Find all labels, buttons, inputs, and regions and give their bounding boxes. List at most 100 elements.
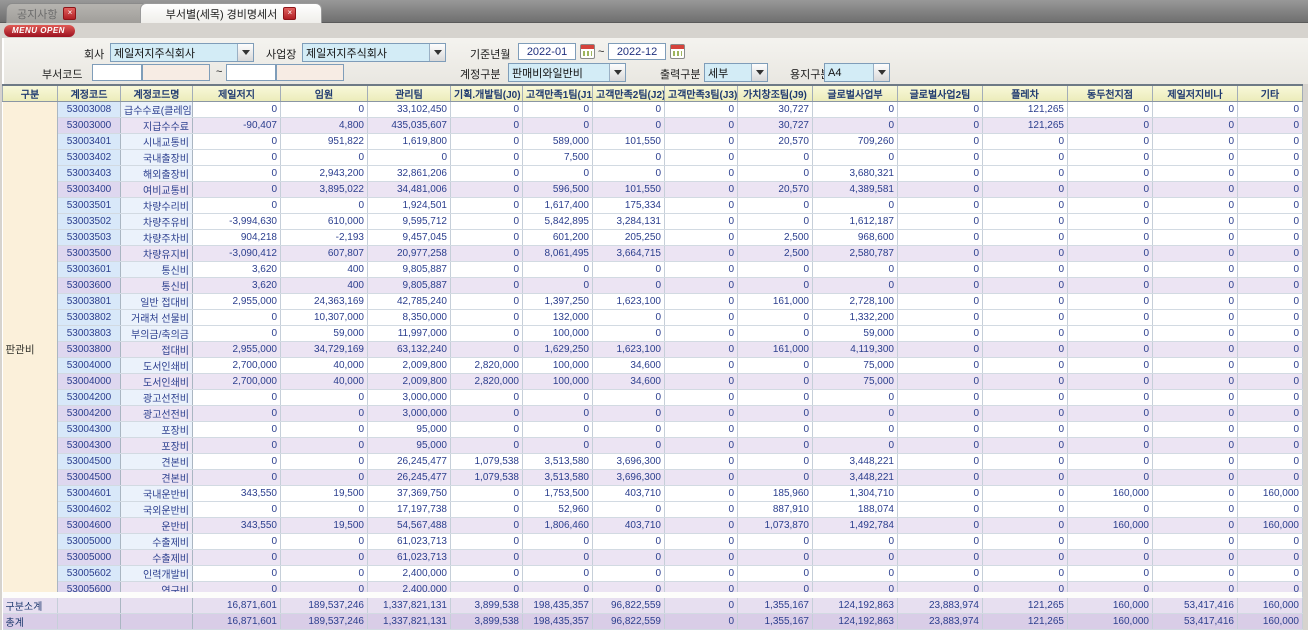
table-row: 53004602 국외운반비 0 0 17,197,738 0 52,960 0 0 887,91…	[3, 501, 1303, 518]
account-name-cell: 차량수리비	[120, 197, 193, 214]
dept-code-to-input[interactable]	[226, 64, 276, 81]
account-name-cell: 부의금/축의금	[120, 325, 193, 342]
amount-cell: 132,000	[522, 309, 593, 326]
dept-tilde: ~	[216, 66, 223, 78]
dept-name-to-field[interactable]	[276, 64, 344, 81]
column-header-8: 고객만족2팀(J2)	[592, 84, 665, 102]
amount-cell: 0	[897, 533, 983, 550]
amount-cell: 189,537,246	[280, 597, 368, 614]
amount-cell: 596,500	[522, 181, 593, 198]
amount-cell: 0	[812, 149, 898, 166]
amount-cell: 2,700,000	[192, 373, 281, 390]
chevron-down-icon[interactable]	[751, 64, 767, 81]
account-type-select[interactable]: 판매비와일반비	[508, 63, 626, 82]
calendar-icon[interactable]	[580, 44, 595, 59]
amount-cell: 1,617,400	[522, 197, 593, 214]
amount-cell: 0	[450, 197, 523, 214]
amount-cell: 1,337,821,131	[367, 597, 451, 614]
account-name-cell: 포장비	[120, 421, 193, 438]
chevron-down-icon[interactable]	[429, 44, 445, 61]
dept-name-from-field[interactable]	[142, 64, 210, 81]
amount-cell: 185,960	[737, 485, 813, 502]
amount-cell: 0	[982, 181, 1068, 198]
amount-cell: 0	[1237, 117, 1303, 134]
amount-cell: 23,883,974	[897, 597, 983, 614]
table-row: 53004200 광고선전비 0 0 3,000,000 0 0 0 0 0 0 0 0 0 0 0	[3, 405, 1303, 422]
amount-cell: 0	[592, 277, 665, 294]
amount-cell: 0	[1152, 453, 1238, 470]
amount-cell: 2,820,000	[450, 373, 523, 390]
amount-cell: 0	[192, 565, 281, 582]
amount-cell: 0	[664, 213, 738, 230]
table-row: 53003403 해외출장비 0 2,943,200 32,861,206 0 0 0 0 0 3,…	[3, 165, 1303, 182]
amount-cell: 0	[522, 405, 593, 422]
amount-cell: 121,265	[982, 597, 1068, 614]
amount-cell: 0	[897, 485, 983, 502]
amount-cell: 0	[897, 101, 983, 118]
amount-cell: 0	[897, 261, 983, 278]
close-icon[interactable]: ×	[283, 7, 297, 20]
amount-cell: 17,197,738	[367, 501, 451, 518]
amount-cell: 54,567,488	[367, 517, 451, 534]
account-code-cell: 53003000	[57, 117, 121, 134]
close-icon[interactable]: ×	[63, 7, 77, 20]
amount-cell: 0	[664, 485, 738, 502]
amount-cell: 2,500	[737, 229, 813, 246]
period-from-input[interactable]	[518, 43, 576, 60]
dept-code-from-input[interactable]	[92, 64, 142, 81]
amount-cell: 0	[450, 229, 523, 246]
amount-cell: 0	[1067, 277, 1153, 294]
amount-cell: 160,000	[1067, 597, 1153, 614]
amount-cell: 0	[1067, 453, 1153, 470]
amount-cell: 1,623,100	[592, 293, 665, 310]
amount-cell: 0	[1152, 549, 1238, 566]
account-name-cell: 국내출장비	[120, 149, 193, 166]
amount-cell: 1,753,500	[522, 485, 593, 502]
company-select[interactable]: 제일저지주식회사	[110, 43, 254, 62]
tab-expense-report-label: 부서별(세목) 경비명세서	[165, 8, 278, 21]
amount-cell: 5,842,895	[522, 213, 593, 230]
amount-cell: 34,600	[592, 357, 665, 374]
amount-cell: 0	[192, 133, 281, 150]
amount-cell: 0	[1237, 197, 1303, 214]
amount-cell: 9,595,712	[367, 213, 451, 230]
account-code-cell: 53004500	[57, 453, 121, 470]
account-name-cell: 통신비	[120, 277, 193, 294]
amount-cell: 0	[450, 213, 523, 230]
table-row: 53003802 거래처 선물비 0 10,307,000 8,350,000 0 132,…	[3, 309, 1303, 326]
amount-cell: 0	[664, 421, 738, 438]
calendar-icon[interactable]	[670, 44, 685, 59]
amount-cell: 100,000	[522, 373, 593, 390]
menu-open-button[interactable]: MENU OPEN	[4, 25, 75, 37]
amount-cell: 1,332,200	[812, 309, 898, 326]
amount-cell: 1,355,167	[737, 597, 813, 614]
amount-cell: 0	[664, 309, 738, 326]
amount-cell: 0	[982, 309, 1068, 326]
amount-cell: 20,570	[737, 133, 813, 150]
chevron-down-icon[interactable]	[609, 64, 625, 81]
paper-type-select[interactable]: A4	[824, 63, 890, 82]
amount-cell: 0	[592, 501, 665, 518]
output-type-select[interactable]: 세부	[704, 63, 768, 82]
site-select[interactable]: 제일저지주식회사	[302, 43, 446, 62]
chevron-down-icon[interactable]	[237, 44, 253, 61]
period-to-input[interactable]	[608, 43, 666, 60]
account-code-cell: 53003403	[57, 165, 121, 182]
amount-cell: 16,871,601	[192, 597, 281, 614]
tab-notice[interactable]: 공지사항 ×	[6, 3, 148, 23]
amount-cell: 0	[664, 565, 738, 582]
amount-cell: 0	[664, 229, 738, 246]
amount-cell: 0	[450, 437, 523, 454]
account-name-cell	[120, 597, 193, 614]
account-code-cell: 53003601	[57, 261, 121, 278]
amount-cell: 95,000	[367, 437, 451, 454]
chevron-down-icon[interactable]	[873, 64, 889, 81]
amount-cell: 0	[1067, 405, 1153, 422]
account-name-cell: 도서인쇄비	[120, 373, 193, 390]
amount-cell: 0	[367, 149, 451, 166]
amount-cell: 0	[982, 373, 1068, 390]
amount-cell: 0	[280, 533, 368, 550]
amount-cell: 0	[1067, 357, 1153, 374]
tab-expense-report[interactable]: 부서별(세목) 경비명세서 ×	[140, 3, 322, 23]
amount-cell: 0	[1067, 133, 1153, 150]
